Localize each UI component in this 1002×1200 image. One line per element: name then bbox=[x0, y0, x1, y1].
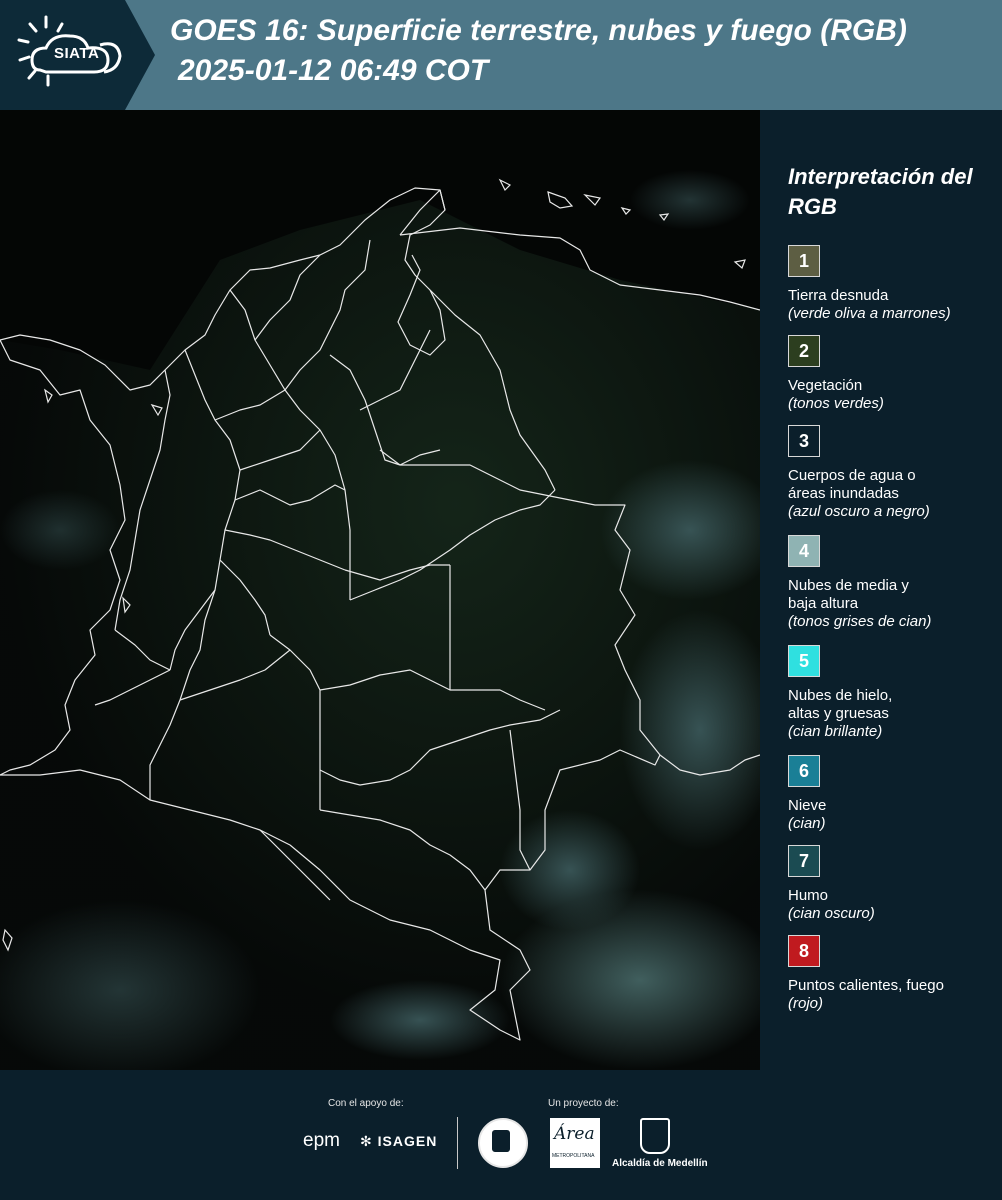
legend-swatch: 3 bbox=[788, 425, 820, 457]
epm-logo: epm bbox=[303, 1130, 340, 1151]
legend-panel: Interpretación del RGB 1 Tierra desnuda (v… bbox=[760, 110, 1002, 1070]
legend-label: Nubes de media y baja altura bbox=[788, 577, 909, 612]
legend-item: 3 Cuerpos de agua o áreas inundadas (azul … bbox=[788, 425, 998, 521]
legend-swatch: 5 bbox=[788, 645, 820, 677]
legend-swatch: 1 bbox=[788, 245, 820, 277]
legend-description: (tonos grises de cian) bbox=[788, 613, 932, 630]
legend-label: Nubes de hielo, altas y gruesas bbox=[788, 687, 893, 722]
header-bar: SIATA GOES 16: Superficie terrestre, nub… bbox=[0, 0, 1002, 110]
legend-label: Nieve bbox=[788, 797, 827, 814]
legend-label: Cuerpos de agua o áreas inundadas bbox=[788, 467, 916, 502]
legend-label: Humo bbox=[788, 887, 829, 904]
legend-item: 6 Nieve (cian) bbox=[788, 755, 998, 833]
legend-swatch: 2 bbox=[788, 335, 820, 367]
legend-swatch: 7 bbox=[788, 845, 820, 877]
legend-swatch: 8 bbox=[788, 935, 820, 967]
isagen-logo-text: ISAGEN bbox=[377, 1133, 438, 1149]
isagen-mark-icon: ✻ bbox=[360, 1133, 373, 1149]
project-caption: Un proyecto de: bbox=[548, 1098, 619, 1109]
legend-description: (azul oscuro a negro) bbox=[788, 503, 930, 520]
legend-description: (verde oliva a marrones) bbox=[788, 305, 951, 322]
legend-item: 7 Humo (cian oscuro) bbox=[788, 845, 998, 923]
logo-text: SIATA bbox=[54, 45, 100, 62]
area-logo-label: METROPOLITANA bbox=[552, 1153, 595, 1159]
medellin-university-seal bbox=[478, 1118, 528, 1168]
area-metropolitana-logo: Área METROPOLITANA bbox=[550, 1118, 600, 1168]
legend-description: (cian) bbox=[788, 815, 826, 832]
isagen-logo: ✻ ISAGEN bbox=[360, 1133, 437, 1150]
legend-title: Interpretación del RGB bbox=[788, 164, 973, 219]
footer-divider bbox=[457, 1117, 458, 1169]
footer: Con el apoyo de: Un proyecto de: epm ✻ I… bbox=[0, 1070, 1002, 1200]
legend-label: Puntos calientes, fuego bbox=[788, 977, 944, 994]
legend-description: (cian brillante) bbox=[788, 723, 883, 740]
legend-item: 8 Puntos calientes, fuego (rojo) bbox=[788, 935, 998, 1013]
timestamp: 2025-01-12 06:49 COT bbox=[178, 54, 489, 87]
legend-item: 5 Nubes de hielo, altas y gruesas (cian br… bbox=[788, 645, 998, 741]
legend-swatch: 4 bbox=[788, 535, 820, 567]
legend-label: Tierra desnuda bbox=[788, 287, 889, 304]
satellite-map bbox=[0, 110, 761, 1070]
legend-description: (tonos verdes) bbox=[788, 395, 884, 412]
legend-description: (cian oscuro) bbox=[788, 905, 875, 922]
legend-description: (rojo) bbox=[788, 995, 824, 1012]
page-title: GOES 16: Superficie terrestre, nubes y f… bbox=[170, 14, 907, 47]
legend-item: 1 Tierra desnuda (verde oliva a marrones) bbox=[788, 245, 998, 323]
support-caption: Con el apoyo de: bbox=[328, 1098, 404, 1109]
area-logo-glyph: Área bbox=[554, 1124, 595, 1144]
alcaldia-shield-icon bbox=[640, 1118, 670, 1154]
legend-swatch: 6 bbox=[788, 755, 820, 787]
siata-logo: SIATA bbox=[0, 0, 155, 110]
legend-label: Vegetación bbox=[788, 377, 863, 394]
alcaldia-logo-text: Alcaldía de Medellín bbox=[612, 1158, 708, 1169]
legend-item: 2 Vegetación (tonos verdes) bbox=[788, 335, 998, 413]
legend-item: 4 Nubes de media y baja altura (tonos gris… bbox=[788, 535, 998, 631]
